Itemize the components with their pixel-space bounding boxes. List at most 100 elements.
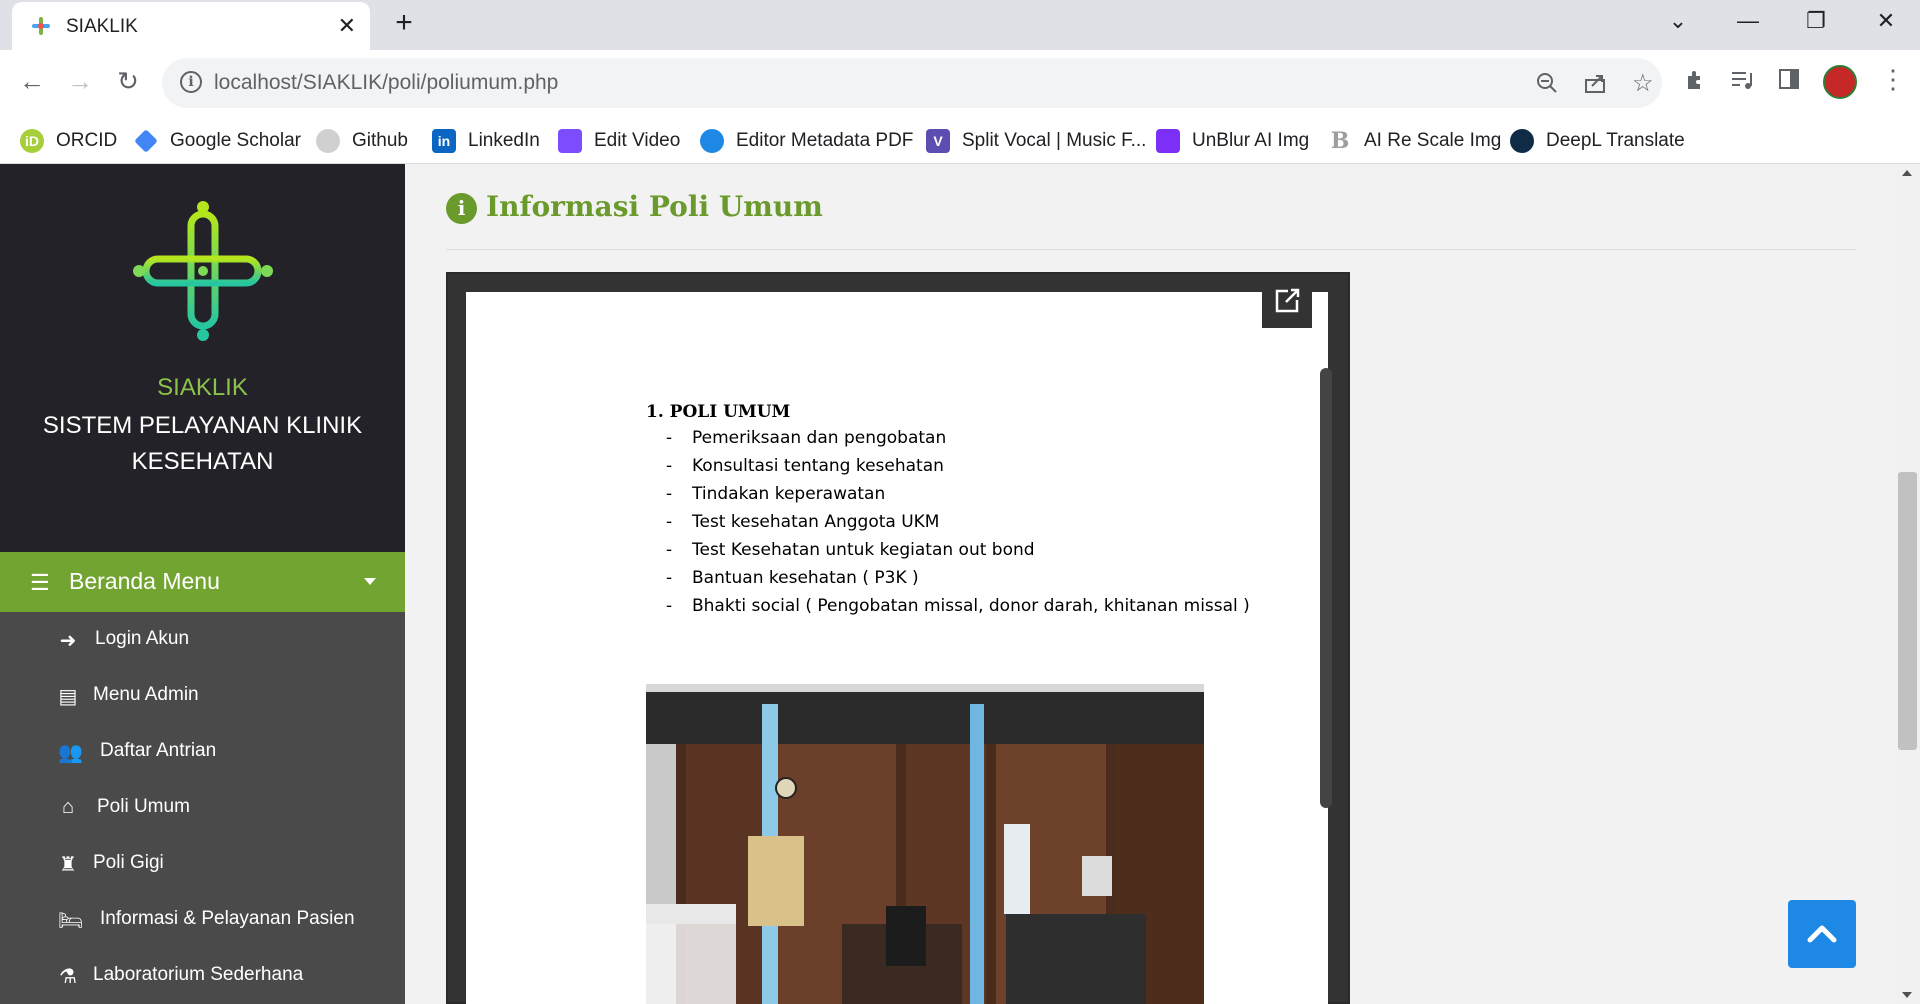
sidebar-item-label: Login Akun xyxy=(95,628,190,649)
sidebar-item-poli-gigi[interactable]: ♜ Poli Gigi xyxy=(0,836,405,892)
url-text[interactable]: localhost/SIAKLIK/poli/poliumum.php xyxy=(214,71,558,95)
extensions-icon[interactable] xyxy=(1684,68,1708,92)
share-icon[interactable] xyxy=(1584,72,1608,94)
tab-strip: SIAKLIK ✕ + ⌄ — ❐ ✕ xyxy=(0,0,1920,52)
more-menu-icon[interactable]: ⋮ xyxy=(1880,64,1906,95)
bookmark-label: Edit Video xyxy=(594,130,681,151)
bookmark-edit-video[interactable]: Edit Video xyxy=(558,128,680,154)
chevron-up-icon xyxy=(1807,925,1837,943)
unblur-icon xyxy=(1156,129,1180,153)
bookmark-linkedin[interactable]: in LinkedIn xyxy=(432,128,540,154)
bookmark-label: UnBlur AI Img xyxy=(1192,130,1310,151)
bookmark-label: ORCID xyxy=(56,130,118,151)
home-icon: ⌂ xyxy=(61,796,75,818)
title-divider xyxy=(446,249,1856,250)
media-queue-icon[interactable] xyxy=(1730,68,1756,92)
scroll-down-arrow-icon[interactable] xyxy=(1902,992,1912,998)
sidebar-item-informasi-pelayanan-pasien[interactable]: 🛏 Informasi & Pelayanan Pasien xyxy=(0,892,405,948)
browser-tab[interactable]: SIAKLIK ✕ xyxy=(12,2,370,52)
sidebar-item-label: Daftar Antrian xyxy=(100,740,217,761)
bookmark-unblur[interactable]: UnBlur AI Img xyxy=(1156,128,1309,154)
tab-close-icon[interactable]: ✕ xyxy=(338,13,356,39)
menu-header-label: Beranda Menu xyxy=(69,568,220,594)
bookmark-google-scholar[interactable]: Google Scholar xyxy=(134,128,301,154)
brand-name: SIAKLIK xyxy=(157,374,248,401)
siaklik-logo-icon xyxy=(133,201,273,341)
deepl-icon xyxy=(1510,129,1534,153)
minimize-icon[interactable]: — xyxy=(1728,8,1768,34)
sidebar-item-poli-umum[interactable]: ⌂ Poli Umum xyxy=(0,780,405,836)
side-panel-icon[interactable] xyxy=(1778,68,1800,90)
back-arrow-icon[interactable]: ← xyxy=(14,64,50,100)
pdf-page: 1. POLI UMUM - Pemeriksaan dan pengobatan… xyxy=(466,292,1328,1004)
page-scrollbar[interactable] xyxy=(1895,164,1920,1004)
bookmark-github[interactable]: Github xyxy=(316,128,408,154)
page-content: SIAKLIK SISTEM PELAYANAN KLINIK KESEHATA… xyxy=(0,164,1920,1004)
bookmark-label: AI Re Scale Img xyxy=(1364,130,1502,151)
bookmark-orcid[interactable]: iD ORCID xyxy=(20,128,117,154)
editor-metadata-pdf-icon xyxy=(700,129,724,153)
page-title: Informasi Poli Umum xyxy=(486,190,823,223)
sidebar-header: SIAKLIK SISTEM PELAYANAN KLINIK KESEHATA… xyxy=(0,164,405,552)
bookmark-label: Google Scholar xyxy=(170,130,301,151)
document-heading: 1. POLI UMUM xyxy=(646,402,791,422)
sign-in-icon: ➜ xyxy=(59,630,77,652)
siaklik-favicon-icon xyxy=(32,17,50,35)
bookmark-ai-rescale[interactable]: B AI Re Scale Img xyxy=(1328,128,1501,154)
bookmark-editor-metadata-pdf[interactable]: Editor Metadata PDF xyxy=(700,128,913,154)
back-to-top-button[interactable] xyxy=(1788,900,1856,968)
list-icon: ☰ xyxy=(30,570,50,595)
clinic-room-photo xyxy=(646,684,1204,1004)
bookmark-label: LinkedIn xyxy=(468,130,540,151)
bookmark-label: DeepL Translate xyxy=(1546,130,1685,151)
open-in-new-window-icon[interactable] xyxy=(1262,274,1312,328)
scroll-up-arrow-icon[interactable] xyxy=(1902,170,1912,176)
sidebar-item-login-akun[interactable]: ➜ Login Akun xyxy=(0,612,405,668)
bookmark-deepl[interactable]: DeepL Translate xyxy=(1510,128,1685,154)
sidebar-item-laboratorium-sederhana[interactable]: ⚗ Laboratorium Sederhana xyxy=(0,948,405,1004)
sidebar-item-label: Poli Gigi xyxy=(93,852,164,873)
sidebar-item-label: Informasi & Pelayanan Pasien xyxy=(100,908,355,929)
info-circle-icon: i xyxy=(446,193,477,224)
tab-search-chevron-icon[interactable]: ⌄ xyxy=(1658,8,1698,34)
bed-icon: 🛏 xyxy=(58,910,84,932)
browser-toolbar: ← → ↻ i localhost/SIAKLIK/poli/poliumum.… xyxy=(0,50,1920,116)
scrollbar-thumb[interactable] xyxy=(1898,472,1917,750)
bookmark-split-vocal[interactable]: V Split Vocal | Music F... xyxy=(926,128,1146,154)
sidebar: SIAKLIK SISTEM PELAYANAN KLINIK KESEHATA… xyxy=(0,164,405,1004)
bookmark-label: Github xyxy=(352,130,408,151)
flask-icon: ⚗ xyxy=(59,966,77,988)
pdf-scrollbar[interactable] xyxy=(1320,368,1332,808)
ai-rescale-icon: B xyxy=(1328,129,1352,153)
sidebar-item-label: Poli Umum xyxy=(97,796,190,817)
site-info-icon[interactable]: i xyxy=(180,71,202,93)
sidebar-item-label: Menu Admin xyxy=(93,684,199,705)
address-bar[interactable]: i localhost/SIAKLIK/poli/poliumum.php ☆ xyxy=(162,58,1662,108)
main-content: i Informasi Poli Umum 1. POLI UMUM - Peme… xyxy=(405,164,1900,1004)
reload-icon[interactable]: ↻ xyxy=(110,64,146,100)
sidebar-item-menu-admin[interactable]: ▤ Menu Admin xyxy=(0,668,405,724)
menu-header-beranda[interactable]: ☰ Beranda Menu xyxy=(0,552,405,612)
restore-icon[interactable]: ❐ xyxy=(1796,8,1836,34)
orcid-icon: iD xyxy=(20,129,44,153)
google-scholar-icon xyxy=(134,129,158,153)
tooth-icon: ♜ xyxy=(59,854,77,876)
bookmark-star-icon[interactable]: ☆ xyxy=(1632,69,1654,98)
new-tab-button[interactable]: + xyxy=(386,8,422,40)
zoom-out-icon[interactable] xyxy=(1536,72,1558,94)
users-icon: 👥 xyxy=(58,742,83,764)
pdf-viewer[interactable]: 1. POLI UMUM - Pemeriksaan dan pengobatan… xyxy=(446,272,1350,1004)
linkedin-icon: in xyxy=(432,129,456,153)
brand-subtitle: SISTEM PELAYANAN KLINIK KESEHATAN xyxy=(42,412,363,475)
bookmark-label: Editor Metadata PDF xyxy=(736,130,914,151)
book-icon: ▤ xyxy=(58,686,78,708)
sidebar-item-label: Laboratorium Sederhana xyxy=(93,964,304,985)
forward-arrow-icon[interactable]: → xyxy=(62,64,98,100)
tab-title: SIAKLIK xyxy=(66,16,138,37)
bookmark-label: Split Vocal | Music F... xyxy=(962,130,1147,151)
close-window-icon[interactable]: ✕ xyxy=(1866,8,1906,34)
sidebar-item-daftar-antrian[interactable]: 👥 Daftar Antrian xyxy=(0,724,405,780)
edit-video-icon xyxy=(558,129,582,153)
profile-avatar[interactable] xyxy=(1823,65,1857,99)
caret-down-icon xyxy=(364,578,376,585)
